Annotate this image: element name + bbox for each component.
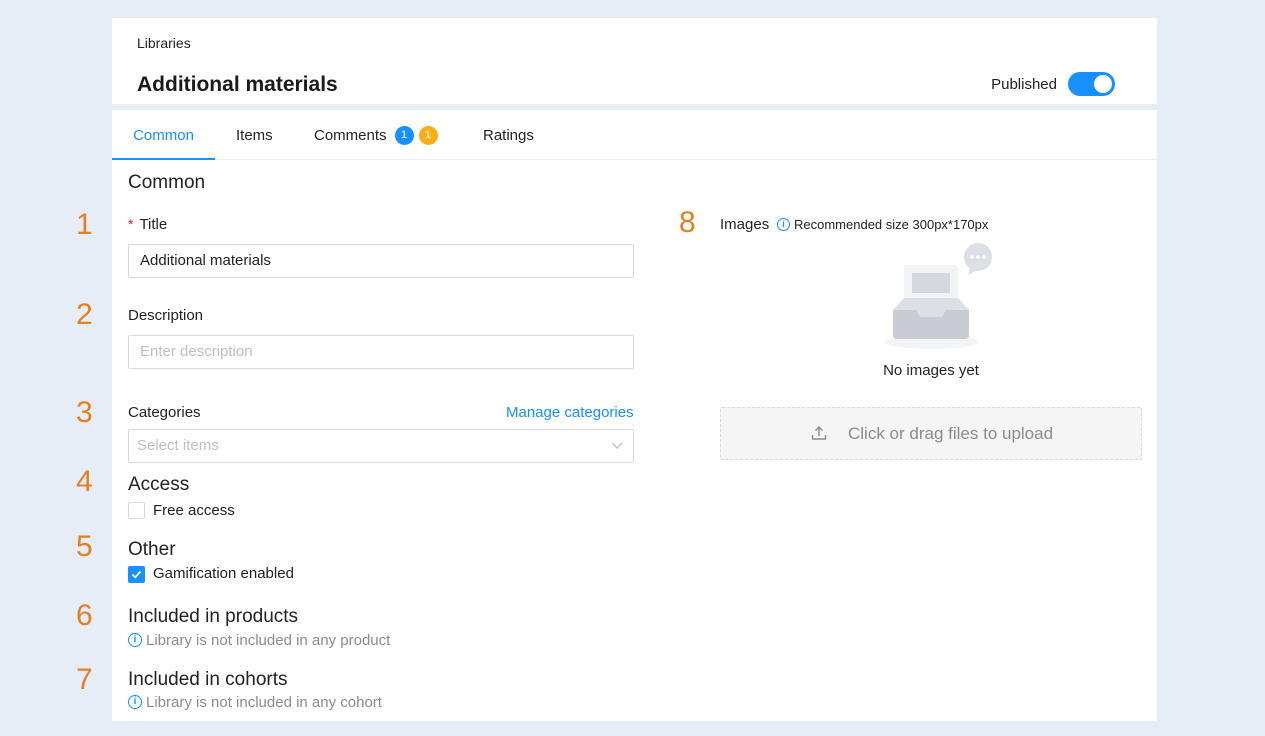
info-icon: i <box>128 633 142 648</box>
free-access-checkbox[interactable] <box>128 502 145 519</box>
title-label-text: Title <box>139 216 168 233</box>
manage-categories-link[interactable]: Manage categories <box>506 404 634 421</box>
cohorts-info-text: Library is not included in any cohort <box>146 694 382 711</box>
empty-inbox-illustration <box>884 243 992 349</box>
access-title: Access <box>128 474 190 495</box>
categories-placeholder: Select items <box>137 437 219 454</box>
categories-label: Categories <box>128 404 201 421</box>
info-icon: i <box>777 218 790 232</box>
annotation-number-2: 2 <box>76 298 93 331</box>
cohorts-title: Included in cohorts <box>128 669 288 690</box>
tab-ratings[interactable]: Ratings <box>483 110 534 160</box>
title-input[interactable]: Additional materials <box>128 244 634 278</box>
images-hint-text: Recommended size 300px*170px <box>794 217 989 232</box>
comments-badge-orange: 1 <box>418 125 438 145</box>
header-card: Libraries Additional materials Published <box>112 18 1157 104</box>
main-card: Common Items Comments 1 1 Ratings Common 1… <box>76 110 1157 721</box>
gamification-checkbox[interactable] <box>128 566 145 583</box>
page-title: Additional materials <box>137 73 338 96</box>
annotation-number-8: 8 <box>679 206 696 239</box>
published-label: Published <box>991 76 1057 93</box>
images-hint: i Recommended size 300px*170px <box>777 217 988 232</box>
images-label: Images <box>720 216 770 233</box>
free-access-label[interactable]: Free access <box>153 502 235 519</box>
annotation-number-3: 3 <box>76 396 93 429</box>
tab-comments-label: Comments <box>314 127 387 144</box>
other-title: Other <box>128 539 176 560</box>
description-input[interactable]: Enter description <box>128 335 634 369</box>
cohorts-info: i Library is not included in any cohort <box>128 694 382 711</box>
check-icon <box>131 570 142 579</box>
upload-dropzone[interactable]: Click or drag files to upload <box>720 407 1142 460</box>
chevron-down-icon <box>611 442 623 449</box>
products-info-text: Library is not included in any product <box>146 632 391 649</box>
annotation-number-6: 6 <box>76 599 93 632</box>
tab-items[interactable]: Items <box>236 110 273 160</box>
tab-common[interactable]: Common <box>112 110 215 160</box>
published-toggle[interactable] <box>1068 72 1115 96</box>
required-mark: * <box>128 216 134 232</box>
tab-comments[interactable]: Comments 1 1 <box>314 110 438 160</box>
upload-text: Click or drag files to upload <box>848 424 1054 443</box>
description-label: Description <box>128 307 204 324</box>
info-icon: i <box>128 695 142 710</box>
no-images-text: No images yet <box>883 362 979 379</box>
tab-bar: Common Items Comments 1 1 Ratings <box>112 110 1157 160</box>
toggle-knob <box>1094 75 1112 93</box>
products-title: Included in products <box>128 606 299 627</box>
breadcrumb[interactable]: Libraries <box>137 35 191 51</box>
categories-select[interactable]: Select items <box>128 429 634 463</box>
section-title: Common <box>128 172 206 193</box>
annotation-number-7: 7 <box>76 663 93 696</box>
products-info: i Library is not included in any product <box>128 632 390 649</box>
upload-icon <box>811 426 827 440</box>
gamification-label[interactable]: Gamification enabled <box>153 565 294 582</box>
annotation-number-1: 1 <box>76 208 93 241</box>
annotation-number-4: 4 <box>76 465 93 498</box>
annotation-number-5: 5 <box>76 530 93 563</box>
title-label: * Title <box>128 216 167 233</box>
comments-badge-blue: 1 <box>394 125 414 145</box>
